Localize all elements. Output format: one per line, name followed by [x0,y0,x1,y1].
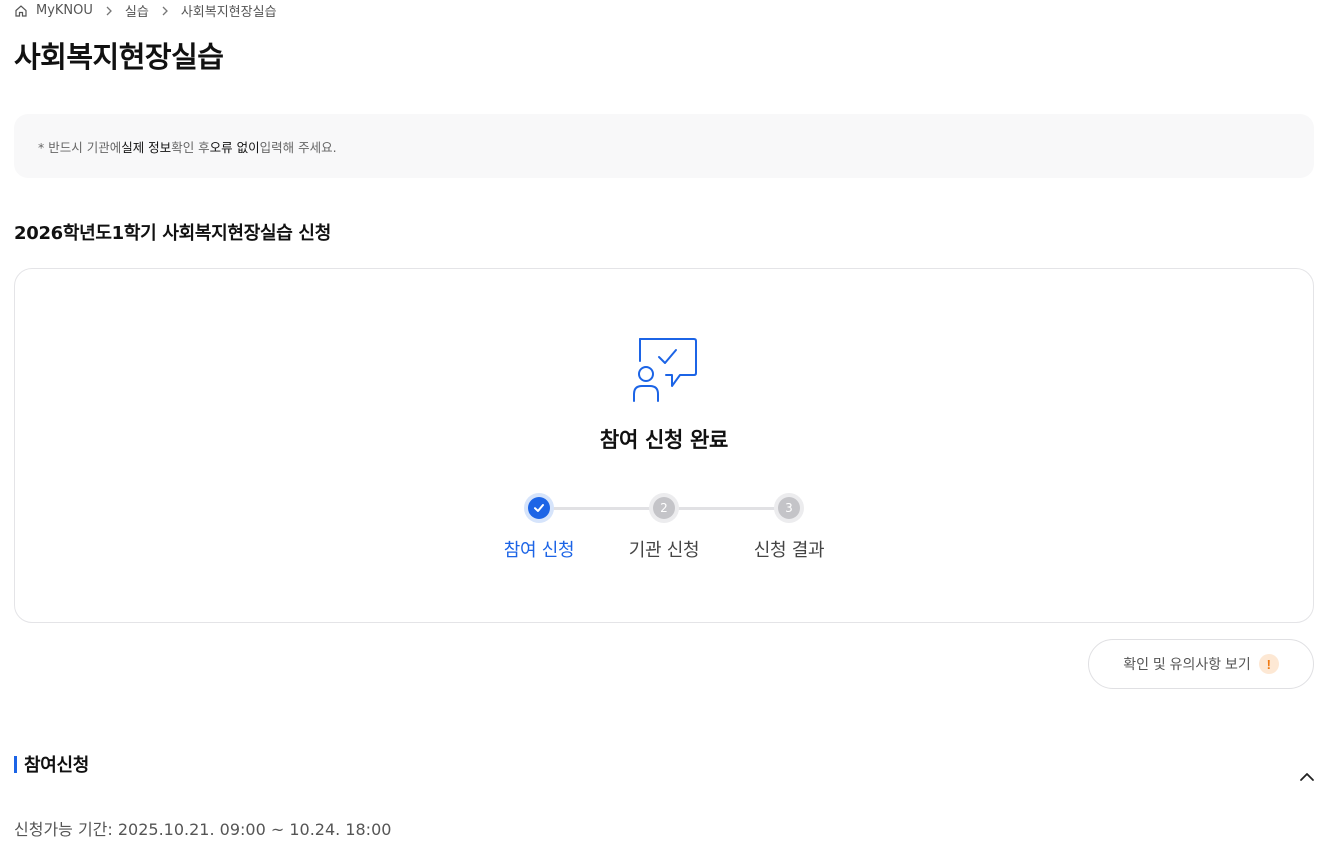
notice-text: * 반드시 기관에 [38,139,122,155]
notice-emphasis-real-info: 실제 정보 [121,139,172,155]
progress-stepper: 참여 신청 2 기관 신청 3 신청 결과 [497,493,837,563]
chat-check-person-icon [632,337,698,403]
application-period: 신청가능 기간: 2025.10.21. 09:00 ~ 10.24. 18:0… [14,820,392,839]
status-title: 참여 신청 완료 [599,428,729,452]
section-accent-bar [14,755,17,773]
step-label: 신청 결과 [753,540,825,561]
step-indicator: 2 [649,493,679,523]
chevron-right-icon [103,5,115,17]
step-label: 기관 신청 [628,540,700,561]
home-icon[interactable] [14,4,28,18]
step-participation: 참여 신청 [494,493,584,562]
application-section-title: 2026학년도1학기 사회복지현장실습 신청 [14,223,331,244]
breadcrumb-item-current: 사회복지현장실습 [180,5,277,20]
chevron-up-icon[interactable] [1296,766,1318,788]
breadcrumb-item-practice[interactable]: 실습 [125,1,149,20]
participation-title: 참여신청 [24,755,90,776]
input-notice: * 반드시 기관에 실제 정보 확인 후 오류 없이 입력해 주세요. [14,114,1314,178]
breadcrumb: MyKNOU 실습 사회복지현장실습 [14,1,277,20]
step-label: 참여 신청 [503,540,575,561]
step-number: 2 [653,497,675,519]
view-notice-label: 확인 및 유의사항 보기 [1123,656,1251,672]
notice-text: 확인 후 [171,139,210,155]
step-number: 3 [778,497,800,519]
step-institution: 2 기관 신청 [619,493,709,562]
notice-text: 입력해 주세요. [259,139,337,155]
view-notice-button[interactable]: 확인 및 유의사항 보기 ! [1088,639,1314,689]
step-result: 3 신청 결과 [744,493,834,562]
breadcrumb-item-myknou[interactable]: MyKNOU [36,3,93,18]
application-status-card: 참여 신청 완료 참여 신청 2 기관 신청 3 신청 결과 [14,268,1314,623]
notice-emphasis-no-error: 오류 없이 [209,139,260,155]
participation-section-header: 참여신청 [14,752,89,776]
check-icon [534,504,544,512]
chevron-right-icon [159,5,171,17]
warning-icon: ! [1258,654,1279,674]
page-title: 사회복지현장실습 [14,40,224,74]
step-indicator [524,493,554,523]
step-indicator: 3 [774,493,804,523]
